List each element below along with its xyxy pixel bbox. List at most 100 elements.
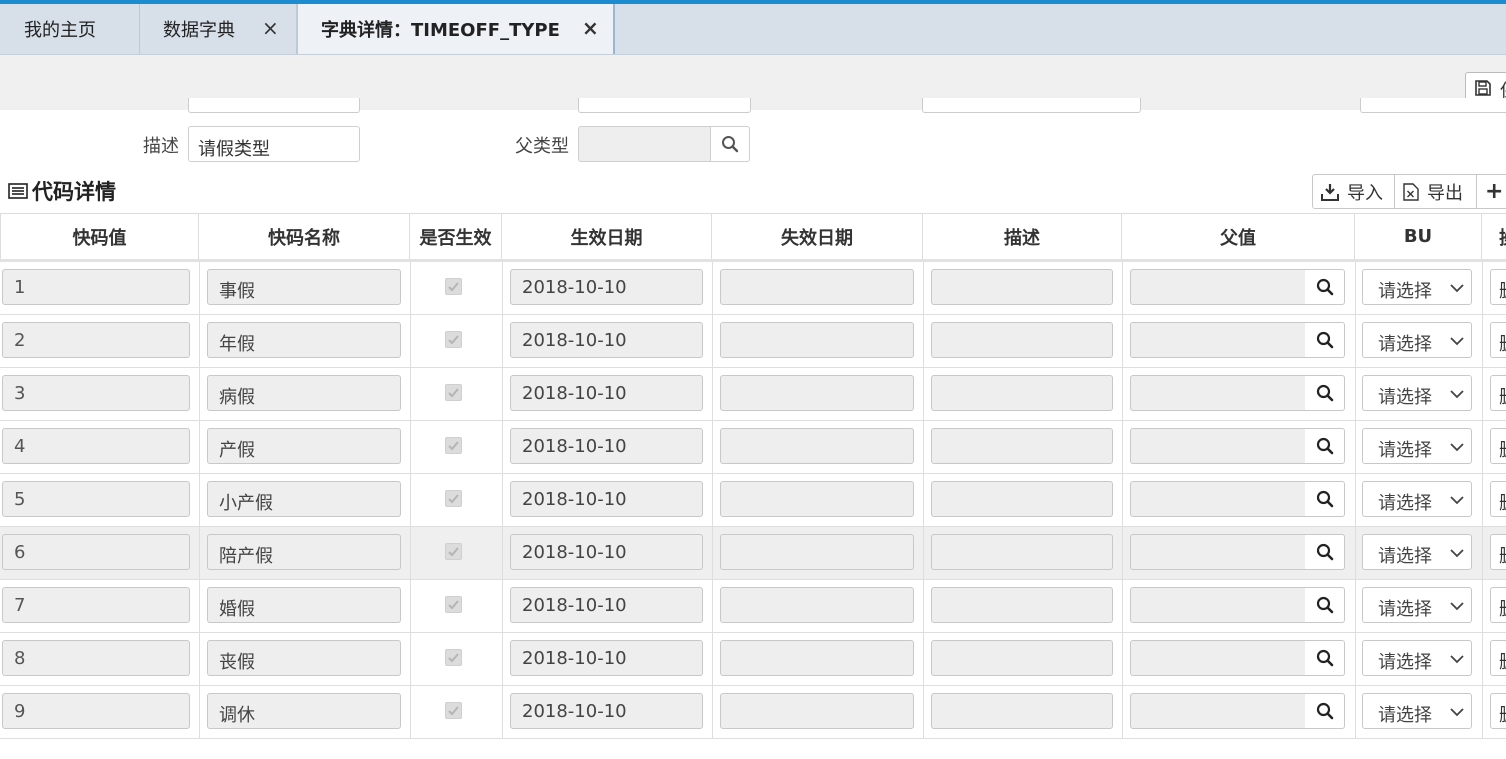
parent-value-field[interactable]	[1130, 693, 1306, 729]
table-row[interactable]: 3 病假 2018-10-10 请选择 删	[0, 368, 1506, 421]
parent-value-field[interactable]	[1130, 534, 1306, 570]
delete-button[interactable]: 删	[1490, 428, 1506, 464]
parent-type-search-button[interactable]	[710, 126, 750, 162]
code-name-field[interactable]: 婚假	[207, 587, 401, 623]
column-header[interactable]: 生效日期	[502, 213, 712, 259]
add-button[interactable]: +	[1477, 175, 1506, 208]
code-name-field[interactable]: 陪产假	[207, 534, 401, 570]
code-name-field[interactable]: 小产假	[207, 481, 401, 517]
enabled-checkbox[interactable]	[445, 490, 462, 507]
tab-home[interactable]: 我的主页	[0, 4, 140, 54]
table-row[interactable]: 1 事假 2018-10-10 请选择 删	[0, 262, 1506, 315]
enabled-checkbox[interactable]	[445, 331, 462, 348]
parent-value-search-button[interactable]	[1305, 269, 1345, 305]
parent-value-field[interactable]	[1130, 640, 1306, 676]
start-date-field[interactable]: 2018-10-10	[510, 269, 703, 305]
code-name-field[interactable]: 产假	[207, 428, 401, 464]
end-date-field[interactable]	[720, 269, 914, 305]
start-date-field[interactable]: 2018-10-10	[510, 693, 703, 729]
close-icon[interactable]: ×	[582, 16, 599, 40]
end-date-field[interactable]	[720, 375, 914, 411]
code-value-field[interactable]: 2	[2, 322, 190, 358]
enabled-checkbox[interactable]	[445, 437, 462, 454]
start-date-field[interactable]: 2018-10-10	[510, 587, 703, 623]
tab-data-dictionary[interactable]: 数据字典 ×	[140, 4, 297, 54]
description-cell-field[interactable]	[931, 534, 1113, 570]
export-button[interactable]: 导出	[1395, 175, 1477, 208]
start-date-field[interactable]: 2018-10-10	[510, 375, 703, 411]
table-row[interactable]: 8 丧假 2018-10-10 请选择 删	[0, 633, 1506, 686]
column-header[interactable]: 父值	[1122, 213, 1355, 259]
parent-value-search-button[interactable]	[1305, 322, 1345, 358]
parent-value-search-button[interactable]	[1305, 481, 1345, 517]
start-date-field[interactable]: 2018-10-10	[510, 322, 703, 358]
enabled-checkbox[interactable]	[445, 278, 462, 295]
parent-value-search-button[interactable]	[1305, 640, 1345, 676]
bu-select[interactable]: 请选择	[1362, 322, 1472, 358]
code-value-field[interactable]: 1	[2, 269, 190, 305]
column-header[interactable]: 快码名称	[199, 213, 410, 259]
parent-value-search-button[interactable]	[1305, 587, 1345, 623]
parent-value-field[interactable]	[1130, 428, 1306, 464]
import-button[interactable]: 导入	[1313, 175, 1395, 208]
end-date-field[interactable]	[720, 534, 914, 570]
description-cell-field[interactable]	[931, 375, 1113, 411]
table-row[interactable]: 2 年假 2018-10-10 请选择 删	[0, 315, 1506, 368]
start-date-field[interactable]: 2018-10-10	[510, 534, 703, 570]
description-cell-field[interactable]	[931, 269, 1113, 305]
description-cell-field[interactable]	[931, 587, 1113, 623]
delete-button[interactable]: 删	[1490, 587, 1506, 623]
description-cell-field[interactable]	[931, 428, 1113, 464]
code-value-field[interactable]: 7	[2, 587, 190, 623]
code-name-field[interactable]: 事假	[207, 269, 401, 305]
parent-value-field[interactable]	[1130, 587, 1306, 623]
delete-button[interactable]: 删	[1490, 640, 1506, 676]
bu-select[interactable]: 请选择	[1362, 587, 1472, 623]
code-value-field[interactable]: 6	[2, 534, 190, 570]
end-date-field[interactable]	[720, 322, 914, 358]
end-date-field[interactable]	[720, 428, 914, 464]
enabled-checkbox[interactable]	[445, 384, 462, 401]
delete-button[interactable]: 删	[1490, 534, 1506, 570]
parent-value-field[interactable]	[1130, 375, 1306, 411]
bu-select[interactable]: 请选择	[1362, 375, 1472, 411]
code-value-field[interactable]: 8	[2, 640, 190, 676]
code-name-field[interactable]: 年假	[207, 322, 401, 358]
delete-button[interactable]: 删	[1490, 322, 1506, 358]
code-value-field[interactable]: 3	[2, 375, 190, 411]
table-row[interactable]: 4 产假 2018-10-10 请选择 删	[0, 421, 1506, 474]
end-date-field[interactable]	[720, 587, 914, 623]
parent-type-field[interactable]	[578, 126, 711, 162]
parent-value-field[interactable]	[1130, 481, 1306, 517]
enabled-checkbox[interactable]	[445, 543, 462, 560]
code-name-field[interactable]: 丧假	[207, 640, 401, 676]
description-cell-field[interactable]	[931, 322, 1113, 358]
end-date-field[interactable]	[720, 693, 914, 729]
close-icon[interactable]: ×	[262, 16, 279, 40]
column-header[interactable]: 失效日期	[712, 213, 923, 259]
parent-value-search-button[interactable]	[1305, 693, 1345, 729]
enabled-checkbox[interactable]	[445, 649, 462, 666]
description-cell-field[interactable]	[931, 640, 1113, 676]
delete-button[interactable]: 删	[1490, 269, 1506, 305]
description-field[interactable]: 请假类型	[188, 126, 360, 162]
end-date-field[interactable]	[720, 481, 914, 517]
code-name-field[interactable]: 病假	[207, 375, 401, 411]
code-name-field[interactable]: 调休	[207, 693, 401, 729]
code-value-field[interactable]: 5	[2, 481, 190, 517]
start-date-field[interactable]: 2018-10-10	[510, 428, 703, 464]
column-header[interactable]: 是否生效	[410, 213, 502, 259]
bu-select[interactable]: 请选择	[1362, 428, 1472, 464]
parent-value-search-button[interactable]	[1305, 534, 1345, 570]
end-date-field[interactable]	[720, 640, 914, 676]
bu-select[interactable]: 请选择	[1362, 481, 1472, 517]
description-cell-field[interactable]	[931, 481, 1113, 517]
parent-value-field[interactable]	[1130, 269, 1306, 305]
column-header[interactable]: 操	[1482, 213, 1506, 259]
description-cell-field[interactable]	[931, 693, 1113, 729]
column-header[interactable]: BU	[1355, 213, 1482, 259]
bu-select[interactable]: 请选择	[1362, 534, 1472, 570]
table-row[interactable]: 5 小产假 2018-10-10 请选择 删	[0, 474, 1506, 527]
start-date-field[interactable]: 2018-10-10	[510, 640, 703, 676]
bu-select[interactable]: 请选择	[1362, 693, 1472, 729]
